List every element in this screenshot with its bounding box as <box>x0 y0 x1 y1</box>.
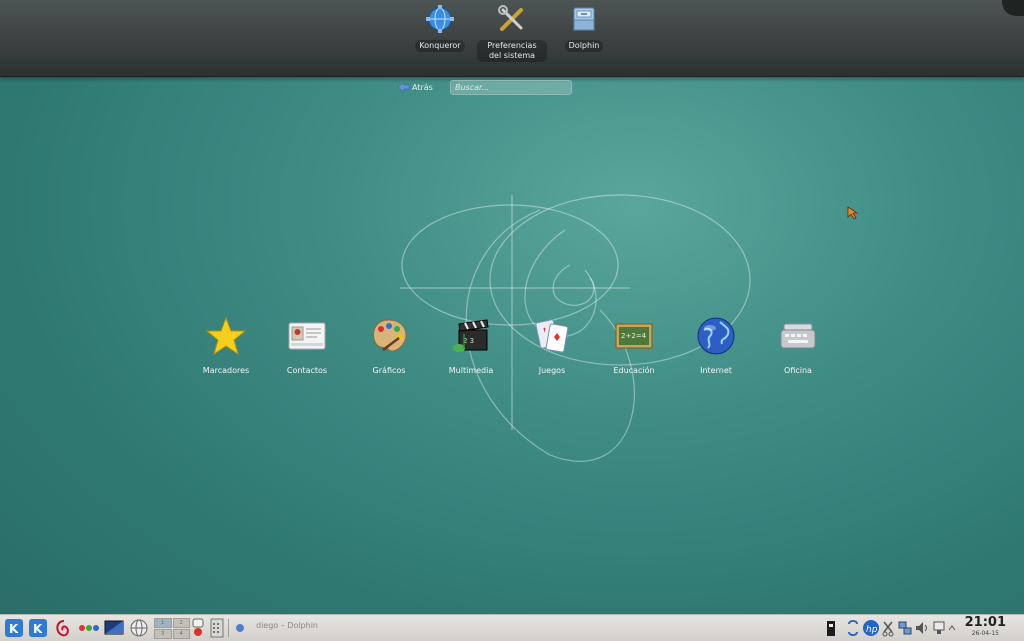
back-label: Atrás <box>412 82 433 92</box>
hp-printer-icon[interactable]: hp <box>862 618 880 638</box>
category-label: Marcadores <box>202 366 250 375</box>
favorite-label: Preferencias del sistema <box>477 40 547 62</box>
favorites-bar: Konqueror Preferencias del sistema Dolph… <box>0 0 1024 77</box>
category-label: Oficina <box>784 366 812 375</box>
show-desktop-icon[interactable] <box>104 618 124 638</box>
svg-text:hp: hp <box>866 625 878 635</box>
taskbar-separator <box>228 619 229 637</box>
svg-text:K: K <box>33 622 43 636</box>
category-graphics[interactable]: Gráficos <box>354 316 424 375</box>
klipper-icon[interactable] <box>826 618 836 638</box>
kde-menu-icon[interactable]: K <box>4 618 24 638</box>
lock-logout-icon[interactable] <box>192 618 204 638</box>
playing-cards-icon <box>535 319 569 353</box>
volume-icon[interactable] <box>915 618 929 638</box>
contact-card-icon <box>288 322 326 350</box>
task-dolphin[interactable]: diego – Dolphin <box>256 621 318 630</box>
search-input[interactable] <box>450 80 572 95</box>
category-games[interactable]: Juegos <box>517 316 587 375</box>
favorite-dolphin[interactable]: Dolphin <box>549 4 619 52</box>
clock-date: 26-04-15 <box>971 630 999 637</box>
clapperboard-icon: 2 3 <box>453 319 489 352</box>
update-notifier-icon[interactable] <box>846 618 860 638</box>
device-notifier-icon[interactable] <box>932 618 946 638</box>
system-settings-tools-icon <box>498 5 523 31</box>
dolphin-task-icon <box>236 624 244 632</box>
kde-launcher-icon[interactable]: K <box>28 618 48 638</box>
calculator-icon[interactable] <box>210 618 224 638</box>
category-bookmarks[interactable]: Marcadores <box>191 316 261 375</box>
category-multimedia[interactable]: 2 3 Multimedia <box>436 316 506 375</box>
digital-clock[interactable]: 21:01 26-04-15 <box>965 616 1006 638</box>
konqueror-globe-icon <box>426 5 454 33</box>
category-internet[interactable]: Internet <box>681 316 751 375</box>
virtual-desktop-pager[interactable]: 1 2 3 4 <box>154 618 190 639</box>
category-label: Educación <box>613 366 655 375</box>
svg-text:2+2=4: 2+2=4 <box>621 332 647 340</box>
svg-text:K: K <box>9 622 19 636</box>
favorite-konqueror[interactable]: Konqueror <box>405 4 475 52</box>
network-globe-icon[interactable] <box>129 618 149 638</box>
desktop-1[interactable]: 1 <box>154 618 172 628</box>
category-label: Multimedia <box>448 366 494 375</box>
desktop-3[interactable]: 3 <box>154 629 172 639</box>
category-label: Contactos <box>286 366 328 375</box>
activities-dots-icon[interactable] <box>78 618 100 638</box>
back-button[interactable]: Atrás <box>398 82 433 92</box>
typewriter-icon <box>780 323 816 349</box>
category-office[interactable]: Oficina <box>763 316 833 375</box>
paint-palette-icon <box>373 319 407 352</box>
category-label: Gráficos <box>372 366 406 375</box>
chevron-up-icon[interactable] <box>948 618 956 638</box>
category-label: Juegos <box>538 366 566 375</box>
star-icon <box>206 316 246 356</box>
mouse-cursor-icon <box>847 206 859 220</box>
scissors-icon[interactable] <box>882 618 894 638</box>
desktop-4[interactable]: 4 <box>172 629 190 639</box>
chalkboard-icon: 2+2=4 <box>615 323 653 349</box>
clock-time: 21:01 <box>964 615 1006 630</box>
category-label: Internet <box>700 366 732 375</box>
panel-corner-handle[interactable] <box>1002 0 1024 16</box>
desktop-2[interactable]: 2 <box>172 618 190 628</box>
favorite-label: Dolphin <box>564 40 604 52</box>
favorite-system-settings[interactable]: Preferencias del sistema <box>477 4 547 62</box>
category-education[interactable]: 2+2=4 Educación <box>599 316 669 375</box>
arrow-left-icon <box>398 82 409 92</box>
globe-icon <box>697 317 735 355</box>
dolphin-file-manager-icon <box>573 7 595 31</box>
network-manager-icon[interactable] <box>898 618 912 638</box>
taskbar: K K 1 2 3 4 diego – Dolphin hp 21:01 26-… <box>0 614 1024 641</box>
debian-swirl-icon[interactable] <box>53 618 73 638</box>
favorite-label: Konqueror <box>415 40 465 52</box>
category-contacts[interactable]: Contactos <box>272 316 342 375</box>
